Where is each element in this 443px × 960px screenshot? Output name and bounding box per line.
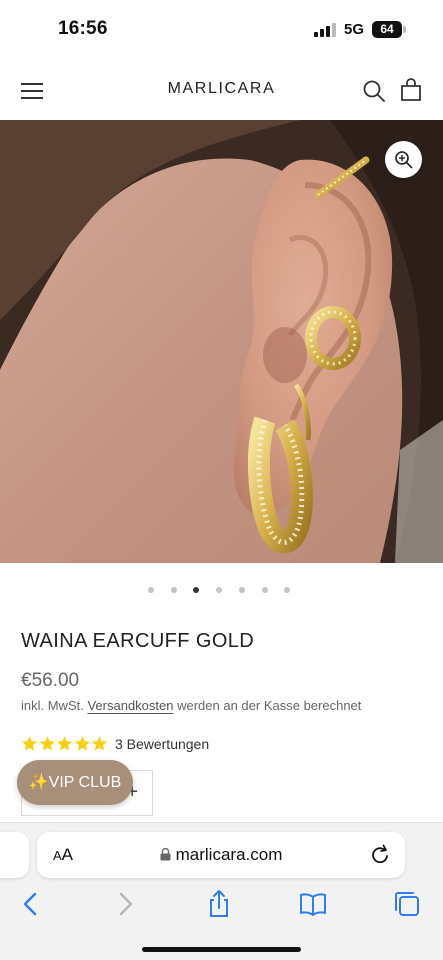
site-header: MARLICARA xyxy=(0,62,443,120)
browser-toolbar xyxy=(0,889,443,923)
star-icon xyxy=(74,736,90,751)
star-icon xyxy=(39,736,55,751)
gallery-pagination xyxy=(148,587,298,595)
star-icon xyxy=(21,736,38,751)
tax-prefix: inkl. MwSt. xyxy=(21,698,84,713)
gallery-dot[interactable] xyxy=(284,587,291,593)
url-text: marlicara.com xyxy=(175,845,283,864)
product-image[interactable] xyxy=(0,120,443,563)
status-time: 16:56 xyxy=(58,18,108,39)
share-icon[interactable] xyxy=(204,889,234,919)
previous-tab-preview[interactable] xyxy=(0,832,29,878)
vip-club-button[interactable]: ✨VIP CLUB xyxy=(17,760,133,805)
product-price: €56.00 xyxy=(21,670,80,691)
signal-icon xyxy=(314,23,336,37)
back-icon[interactable] xyxy=(16,889,46,919)
bookmarks-icon[interactable] xyxy=(298,889,328,919)
gallery-dot[interactable] xyxy=(148,587,154,593)
tax-suffix: werden an der Kasse berechnet xyxy=(177,698,362,713)
address-bar[interactable]: AA marlicara.com xyxy=(37,832,405,878)
tax-note: inkl. MwSt. Versandkosten werden an der … xyxy=(21,698,361,713)
zoom-in-icon xyxy=(395,151,413,169)
gallery-dot[interactable] xyxy=(193,587,200,593)
gallery-dot[interactable] xyxy=(170,587,177,593)
network-label: 5G xyxy=(344,21,365,38)
star-icon xyxy=(56,736,73,751)
shipping-costs-link[interactable]: Versandkosten xyxy=(87,698,173,713)
star-icon xyxy=(91,736,108,751)
zoom-button[interactable] xyxy=(385,141,422,178)
forward-icon[interactable] xyxy=(110,889,140,919)
lock-icon xyxy=(160,848,171,861)
gallery-dot[interactable] xyxy=(216,587,223,593)
browser-bottom-bar: AA marlicara.com xyxy=(0,822,443,960)
url-display[interactable]: marlicara.com xyxy=(37,845,405,865)
rating-stars xyxy=(21,735,109,752)
search-icon[interactable] xyxy=(363,80,385,102)
home-indicator xyxy=(142,947,301,952)
product-title: WAINA EARCUFF GOLD xyxy=(21,630,255,652)
shopping-bag-icon[interactable] xyxy=(400,78,422,102)
gallery-dot[interactable] xyxy=(261,587,268,593)
reload-icon[interactable] xyxy=(371,844,391,866)
product-rating[interactable]: 3 Bewertungen xyxy=(21,735,209,753)
status-bar: 16:56 5G 64 xyxy=(0,0,443,60)
tabs-icon[interactable] xyxy=(392,889,422,919)
battery-icon: 64 xyxy=(372,21,406,38)
rating-count[interactable]: 3 Bewertungen xyxy=(115,736,209,752)
gallery-dot[interactable] xyxy=(238,587,245,593)
